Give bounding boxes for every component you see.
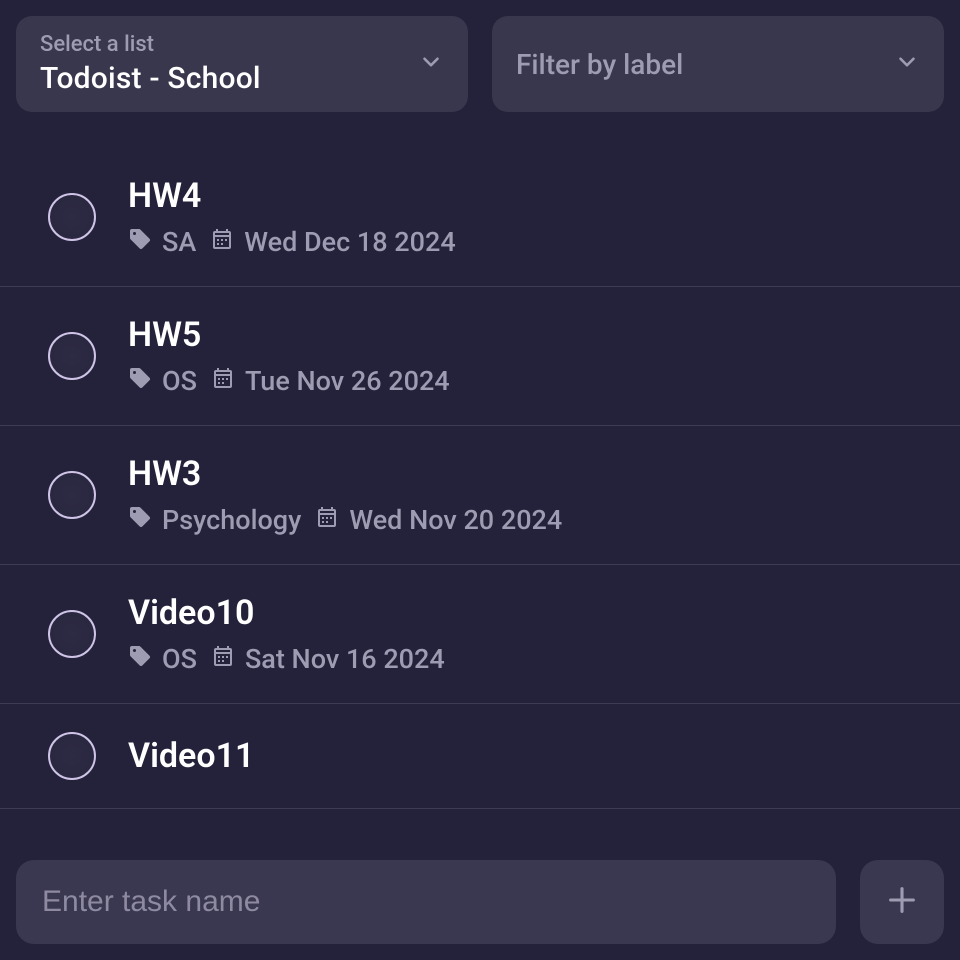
task-row[interactable]: HW4 SA Wed Dec 18 2024 [0, 148, 960, 287]
chevron-down-icon [418, 49, 444, 79]
chevron-down-icon [894, 49, 920, 79]
task-tag: SA [162, 226, 196, 258]
list-selector-value: Todoist - School [40, 61, 261, 96]
task-row[interactable]: HW5 OS Tue Nov 26 2024 [0, 287, 960, 426]
tag-icon [128, 504, 152, 536]
list-selector-label: Select a list [40, 32, 261, 57]
new-task-input[interactable] [16, 860, 836, 944]
task-date: Sat Nov 16 2024 [245, 643, 445, 675]
list-selector[interactable]: Select a list Todoist - School [16, 16, 468, 112]
task-checkbox[interactable] [48, 732, 96, 780]
calendar-icon [211, 365, 235, 397]
task-date: Wed Nov 20 2024 [349, 504, 562, 536]
task-tag: OS [162, 365, 197, 397]
task-checkbox[interactable] [48, 471, 96, 519]
task-row[interactable]: Video11 [0, 704, 960, 809]
plus-icon [885, 883, 919, 921]
tag-icon [128, 643, 152, 675]
task-title: HW5 [128, 315, 450, 355]
task-date: Wed Dec 18 2024 [244, 226, 455, 258]
task-title: HW3 [128, 454, 562, 494]
task-date: Tue Nov 26 2024 [245, 365, 450, 397]
new-task-bar [0, 844, 960, 960]
task-title: Video11 [128, 736, 254, 776]
label-filter-selector[interactable]: Filter by label [492, 16, 944, 112]
task-meta: OS Tue Nov 26 2024 [128, 365, 450, 397]
task-title: Video10 [128, 593, 445, 633]
task-tag: OS [162, 643, 197, 675]
task-meta: SA Wed Dec 18 2024 [128, 226, 456, 258]
task-meta: Psychology Wed Nov 20 2024 [128, 504, 562, 536]
task-checkbox[interactable] [48, 332, 96, 380]
calendar-icon [210, 226, 234, 258]
label-filter-placeholder: Filter by label [516, 48, 683, 81]
task-row[interactable]: HW3 Psychology Wed Nov 20 2024 [0, 426, 960, 565]
calendar-icon [211, 643, 235, 675]
task-row[interactable]: Video10 OS Sat Nov 16 2024 [0, 565, 960, 704]
add-task-button[interactable] [860, 860, 944, 944]
task-title: HW4 [128, 176, 456, 216]
task-meta: OS Sat Nov 16 2024 [128, 643, 445, 675]
tag-icon [128, 365, 152, 397]
tag-icon [128, 226, 152, 258]
task-checkbox[interactable] [48, 610, 96, 658]
calendar-icon [315, 504, 339, 536]
task-tag: Psychology [162, 504, 301, 536]
task-checkbox[interactable] [48, 193, 96, 241]
